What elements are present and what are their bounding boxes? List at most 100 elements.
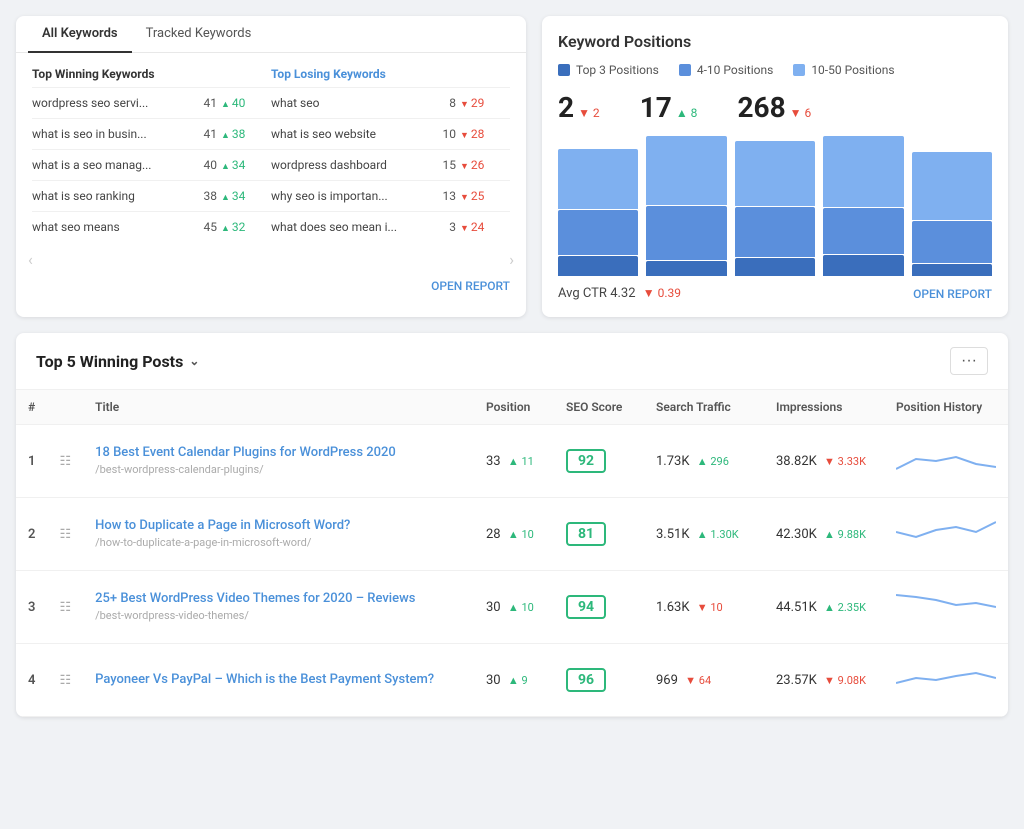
table-row: what is a seo manag... 40 34 wordpress d… (32, 149, 510, 180)
pos-change: ▲ 10 (508, 601, 534, 614)
seo-badge: 94 (566, 595, 606, 619)
legend-color (558, 64, 570, 76)
avg-ctr-label: Avg CTR (558, 286, 607, 301)
winning-keyword-name: what is seo ranking (32, 189, 181, 203)
col-icon (47, 390, 83, 425)
table-row: wordpress seo servi... 41 40 what seo 8 … (32, 87, 510, 118)
bar-segment (823, 136, 903, 207)
post-title-link[interactable]: 25+ Best WordPress Video Themes for 2020… (95, 591, 462, 606)
col-impressions: Impressions (764, 390, 884, 425)
bars-container (558, 136, 992, 276)
losing-header: Top Losing Keywords (271, 67, 420, 81)
keywords-rows: wordpress seo servi... 41 40 what seo 8 … (32, 87, 510, 242)
post-url: /best-wordpress-calendar-plugins/ (95, 463, 264, 476)
bar-group (646, 136, 726, 276)
winning-keyword-pos: 41 (181, 96, 221, 110)
positions-card: Keyword Positions Top 3 Positions4-10 Po… (542, 16, 1008, 317)
stat-item: 2 ▼ 2 (558, 91, 600, 124)
post-impressions: 38.82K ▼ 3.33K (764, 425, 884, 498)
bar-segment (646, 206, 726, 260)
bar-group (823, 136, 903, 276)
legend-label: Top 3 Positions (576, 63, 659, 77)
stat-number: 2 (558, 91, 574, 124)
winning-header: Top Winning Keywords (32, 67, 181, 81)
posts-table: # Title Position SEO Score Search Traffi… (16, 389, 1008, 717)
scroll-left-arrow[interactable]: ‹ (20, 246, 41, 273)
table-row: 4 ☷ Payoneer Vs PayPal – Which is the Be… (16, 644, 1008, 717)
table-row: 1 ☷ 18 Best Event Calendar Plugins for W… (16, 425, 1008, 498)
col-position: Position (474, 390, 554, 425)
post-seo-score: 81 (554, 498, 644, 571)
bar-segment (558, 149, 638, 209)
posts-tbody: 1 ☷ 18 Best Event Calendar Plugins for W… (16, 425, 1008, 717)
stat-change: ▼ 2 (578, 106, 600, 120)
bar-segment (646, 136, 726, 205)
post-impressions: 23.57K ▼ 9.08K (764, 644, 884, 717)
traffic-change: ▲ 1.30K (697, 528, 739, 541)
mini-chart (896, 585, 996, 625)
legend-item: Top 3 Positions (558, 63, 659, 77)
keywords-open-report[interactable]: OPEN REPORT (16, 273, 526, 303)
post-title-link[interactable]: How to Duplicate a Page in Microsoft Wor… (95, 518, 462, 533)
post-traffic: 3.51K ▲ 1.30K (644, 498, 764, 571)
post-icon: ☷ (47, 425, 83, 498)
post-title-link[interactable]: Payoneer Vs PayPal – Which is the Best P… (95, 672, 462, 687)
bar-group (558, 136, 638, 276)
bar-segment (735, 258, 815, 276)
tab-all-keywords[interactable]: All Keywords (28, 16, 132, 53)
post-traffic: 1.63K ▼ 10 (644, 571, 764, 644)
losing-keyword-pos: 8 (420, 96, 460, 110)
post-icon: ☷ (47, 571, 83, 644)
winning-keyword-change: 34 (221, 189, 271, 203)
positions-stats: 2▼ 217▲ 8268▼ 6 (558, 91, 992, 124)
winning-keyword-name: what is a seo manag... (32, 158, 181, 172)
scroll-right-arrow[interactable]: › (501, 246, 522, 273)
bar-segment (646, 261, 726, 276)
post-impressions: 42.30K ▲ 9.88K (764, 498, 884, 571)
mini-chart (896, 439, 996, 479)
tab-tracked-keywords[interactable]: Tracked Keywords (132, 16, 266, 53)
bar-segment (735, 141, 815, 206)
post-num: 2 (16, 498, 47, 571)
post-title-link[interactable]: 18 Best Event Calendar Plugins for WordP… (95, 445, 462, 460)
seo-badge: 92 (566, 449, 606, 473)
post-seo-score: 96 (554, 644, 644, 717)
losing-keyword-change: 29 (460, 96, 510, 110)
positions-open-report[interactable]: OPEN REPORT (913, 287, 992, 301)
stat-item: 17▲ 8 (640, 91, 698, 124)
post-url: /best-wordpress-video-themes/ (95, 609, 249, 622)
legend-label: 10-50 Positions (811, 63, 894, 77)
pos-change: ▲ 11 (508, 455, 534, 468)
impressions-change: ▼ 3.33K (824, 455, 866, 468)
losing-keyword-pos: 15 (420, 158, 460, 172)
bar-segment (558, 256, 638, 276)
winning-keyword-change: 34 (221, 158, 271, 172)
chevron-down-icon: ⌄ (189, 354, 199, 368)
post-icon: ☷ (47, 498, 83, 571)
post-num: 4 (16, 644, 47, 717)
losing-keyword-change: 28 (460, 127, 510, 141)
keywords-tabs: All Keywords Tracked Keywords (16, 16, 526, 53)
impressions-change: ▼ 9.08K (824, 674, 866, 687)
winning-keyword-change: 40 (221, 96, 271, 110)
post-position: 33 ▲ 11 (474, 425, 554, 498)
post-history (884, 498, 1008, 571)
post-impressions: 44.51K ▲ 2.35K (764, 571, 884, 644)
losing-keyword-name: wordpress dashboard (271, 158, 420, 172)
traffic-change: ▼ 10 (697, 601, 723, 614)
bar-segment (823, 255, 903, 276)
posts-title-text: Top 5 Winning Posts (36, 352, 183, 371)
dots-menu-button[interactable]: ··· (950, 347, 988, 375)
traffic-change: ▲ 296 (697, 455, 729, 468)
winning-keyword-pos: 41 (181, 127, 221, 141)
scroll-arrows: ‹ › (16, 242, 526, 273)
bottom-card: Top 5 Winning Posts ⌄ ··· # Title Positi… (16, 333, 1008, 717)
post-seo-score: 94 (554, 571, 644, 644)
legend-label: 4-10 Positions (697, 63, 773, 77)
losing-keyword-change: 24 (460, 220, 510, 234)
losing-keyword-name: why seo is importan... (271, 189, 420, 203)
pos-change: ▲ 9 (508, 674, 528, 687)
table-row: what is seo in busin... 41 38 what is se… (32, 118, 510, 149)
winning-keyword-pos: 40 (181, 158, 221, 172)
post-num: 1 (16, 425, 47, 498)
